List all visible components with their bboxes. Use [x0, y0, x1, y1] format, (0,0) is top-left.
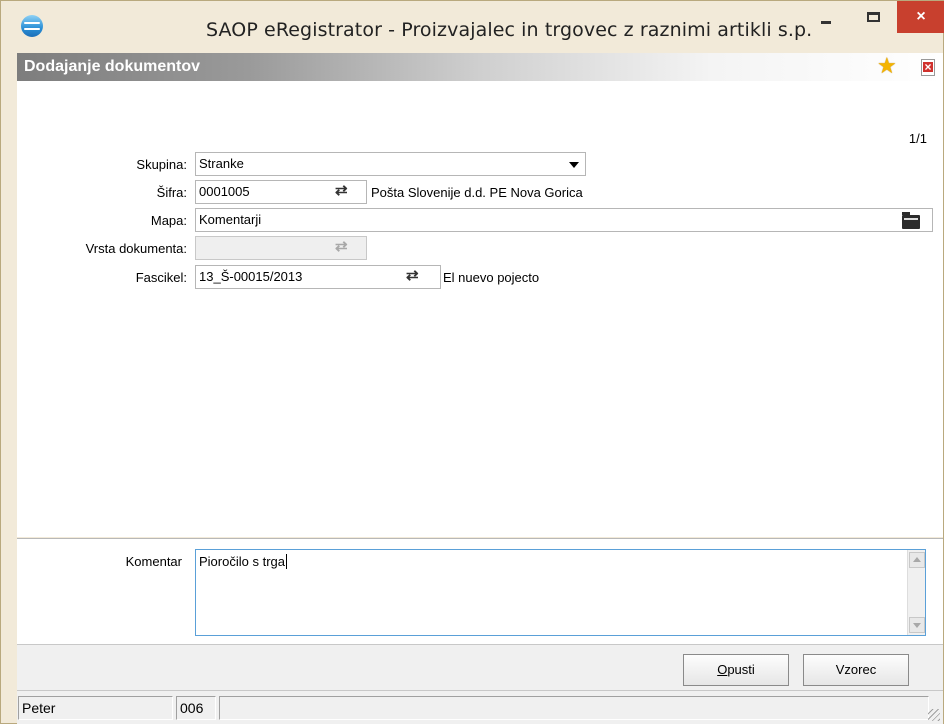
- vrsta-dokumenta-label: Vrsta dokumenta:: [85, 241, 187, 256]
- fascikel-description: El nuevo pojecto: [443, 270, 540, 285]
- close-window-button[interactable]: ×: [897, 1, 944, 33]
- mapa-label: Mapa:: [150, 213, 187, 228]
- status-code: 006: [176, 696, 216, 720]
- scroll-up-icon[interactable]: [909, 552, 925, 568]
- sifra-label: Šifra:: [156, 185, 187, 200]
- folder-icon[interactable]: [902, 212, 920, 229]
- fascikel-value: 13_Š-00015/2013: [199, 269, 303, 284]
- app-logo-icon[interactable]: [21, 15, 43, 37]
- minimize-icon: [821, 20, 831, 24]
- skupina-value: Stranke: [199, 156, 244, 171]
- maximize-button[interactable]: [851, 1, 895, 33]
- scroll-down-icon[interactable]: [909, 617, 925, 633]
- komentar-textarea[interactable]: Pioročilo s trga: [195, 549, 926, 636]
- page-indicator: 1/1: [908, 131, 927, 146]
- maximize-icon: [866, 12, 880, 22]
- vzorec-button[interactable]: Vzorec: [803, 654, 909, 686]
- status-extra: [219, 696, 929, 720]
- comment-panel: Komentar Pioročilo s trga: [17, 538, 943, 644]
- status-user: Peter: [18, 696, 173, 720]
- status-bar: Peter 006: [17, 690, 943, 724]
- komentar-label: Komentar: [125, 554, 182, 569]
- document-close-icon[interactable]: [921, 59, 935, 76]
- minimize-button[interactable]: [804, 1, 848, 33]
- komentar-text: Pioročilo s trga: [199, 554, 287, 569]
- form-header: Dodajanje dokumentov ★: [17, 53, 943, 81]
- opusti-button[interactable]: Opusti: [683, 654, 789, 686]
- text-caret: [285, 554, 287, 569]
- fascikel-input[interactable]: 13_Š-00015/2013: [195, 265, 441, 289]
- form-title: Dodajanje dokumentov: [24, 58, 201, 75]
- skupina-select[interactable]: Stranke: [195, 152, 586, 176]
- title-bar[interactable]: SAOP eRegistrator - Proizvajalec in trgo…: [1, 1, 944, 51]
- opusti-mnemonic: O: [717, 662, 728, 677]
- mapa-input[interactable]: Komentarji: [195, 208, 933, 232]
- button-bar: Opusti Vzorec: [17, 644, 943, 690]
- skupina-label: Skupina:: [136, 157, 187, 172]
- star-icon[interactable]: ★: [877, 55, 897, 77]
- swap-icon: ⇄: [335, 238, 347, 255]
- chevron-down-icon[interactable]: [569, 162, 579, 168]
- window-title: SAOP eRegistrator - Proizvajalec in trgo…: [206, 19, 813, 41]
- sifra-value: 0001005: [199, 184, 250, 199]
- mapa-value: Komentarji: [199, 212, 262, 227]
- komentar-value: Pioročilo s trga: [199, 554, 285, 569]
- close-icon: ×: [916, 8, 926, 25]
- form-panel: 1/1 Skupina: Stranke Šifra: 0001005 ⇄ Po…: [17, 81, 943, 537]
- opusti-label: pusti: [727, 662, 755, 677]
- sifra-description: Pošta Slovenije d.d. PE Nova Gorica: [371, 185, 583, 200]
- resize-grip-icon[interactable]: [928, 709, 940, 721]
- swap-icon[interactable]: ⇄: [406, 268, 418, 284]
- swap-icon[interactable]: ⇄: [335, 183, 347, 199]
- application-window: SAOP eRegistrator - Proizvajalec in trgo…: [0, 0, 944, 724]
- fascikel-label: Fascikel:: [135, 270, 187, 285]
- vertical-scrollbar[interactable]: [907, 550, 925, 635]
